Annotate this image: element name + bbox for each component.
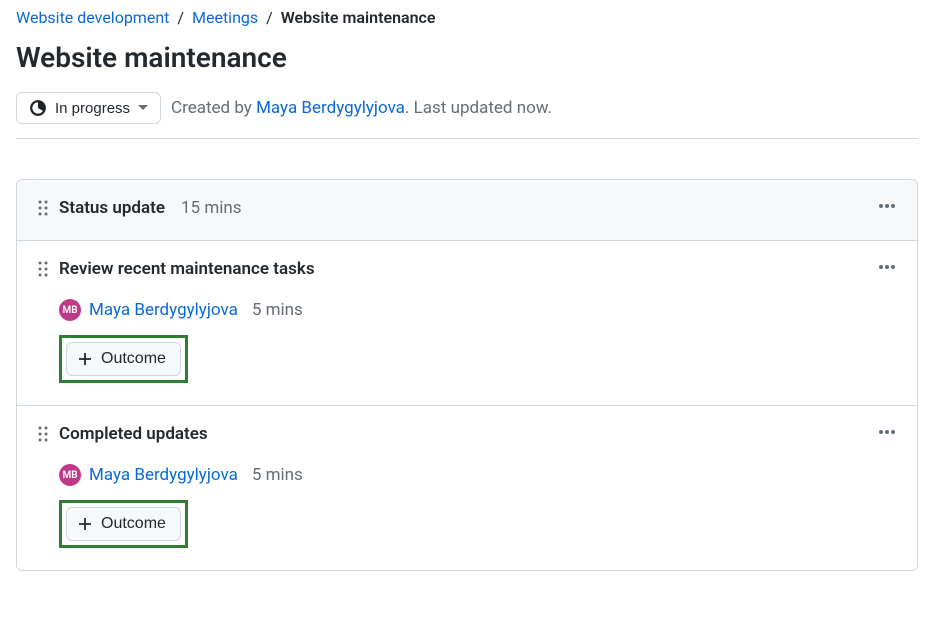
breadcrumb-link-meetings[interactable]: Meetings [192,8,258,27]
section-title: Completed updates [59,424,208,444]
breadcrumb-separator: / [266,8,273,27]
assignee-duration: 5 mins [252,300,303,320]
assignee-link[interactable]: Maya Berdygylyjova [89,465,238,485]
assignee-row: MB Maya Berdygylyjova 5 mins [59,464,897,486]
avatar[interactable]: MB [59,464,81,486]
outcome-highlight: Outcome [59,500,188,548]
created-by-prefix: Created by [171,98,256,118]
section-completed-updates: Completed updates MB Maya Berdygylyjova … [17,406,917,570]
breadcrumb-current: Website maintenance [281,8,436,27]
drag-handle-icon[interactable] [37,426,49,442]
plus-icon [77,516,93,532]
page-title: Website maintenance [16,41,918,74]
plus-icon [77,351,93,367]
author-link[interactable]: Maya Berdygylyjova [256,98,405,118]
sections-container: Status update 15 mins Review recent main… [16,179,918,571]
avatar[interactable]: MB [59,299,81,321]
meta-row: In progress Created by Maya Berdygylyjov… [16,92,918,139]
section-review-tasks: Review recent maintenance tasks MB Maya … [17,241,917,406]
section-menu-button[interactable] [877,196,897,216]
add-outcome-button[interactable]: Outcome [66,342,181,376]
meta-text: Created by Maya Berdygylyjova. Last upda… [171,98,552,118]
section-status-update: Status update 15 mins [17,180,917,241]
assignee-row: MB Maya Berdygylyjova 5 mins [59,299,897,321]
assignee-duration: 5 mins [252,465,303,485]
status-dropdown[interactable]: In progress [16,92,161,124]
drag-handle-icon[interactable] [37,261,49,277]
section-menu-button[interactable] [877,257,897,277]
add-outcome-button[interactable]: Outcome [66,507,181,541]
assignee-link[interactable]: Maya Berdygylyjova [89,300,238,320]
outcome-label: Outcome [101,350,166,368]
outcome-label: Outcome [101,515,166,533]
breadcrumb: Website development / Meetings / Website… [16,8,918,27]
section-menu-button[interactable] [877,422,897,442]
breadcrumb-link-project[interactable]: Website development [16,8,169,27]
status-label: In progress [55,100,130,117]
updated-text: Last updated now. [409,98,552,118]
section-title: Status update [59,198,165,218]
section-duration: 15 mins [181,198,242,218]
chevron-down-icon [138,103,148,113]
drag-handle-icon[interactable] [37,200,49,216]
section-title: Review recent maintenance tasks [59,259,315,279]
in-progress-icon [29,99,47,117]
outcome-highlight: Outcome [59,335,188,383]
breadcrumb-separator: / [177,8,184,27]
